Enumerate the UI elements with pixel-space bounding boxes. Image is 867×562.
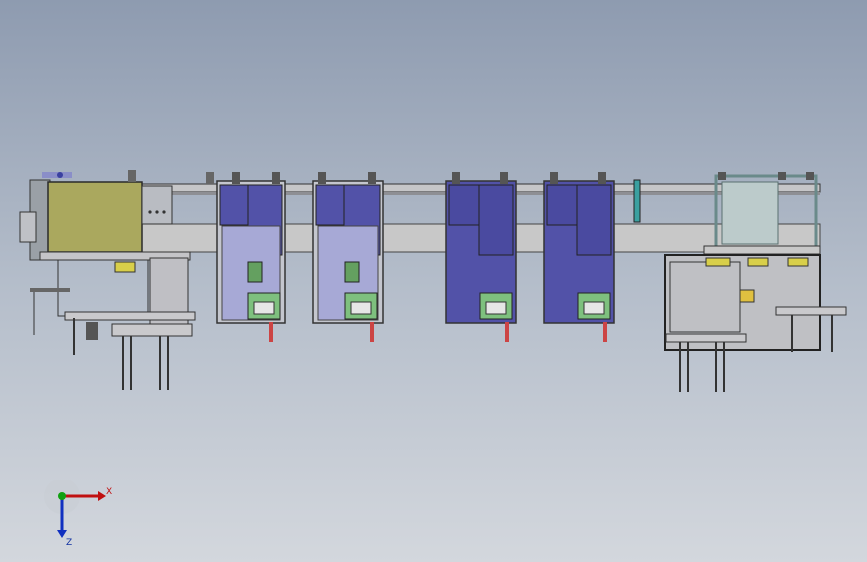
assembly-model[interactable] bbox=[0, 0, 867, 562]
cabinet-4 bbox=[543, 172, 615, 342]
rail-post bbox=[633, 179, 641, 223]
coordinate-triad: X Z bbox=[44, 480, 112, 548]
y-axis-dot bbox=[58, 492, 66, 500]
z-axis-label: Z bbox=[66, 538, 72, 548]
cabinet-3 bbox=[445, 172, 517, 342]
cabinet-2 bbox=[312, 172, 384, 342]
cabinet-1 bbox=[206, 172, 286, 342]
x-axis-label: X bbox=[106, 487, 112, 497]
left-station bbox=[19, 170, 196, 390]
cad-viewport[interactable]: X Z bbox=[0, 0, 867, 562]
right-station bbox=[664, 172, 847, 392]
